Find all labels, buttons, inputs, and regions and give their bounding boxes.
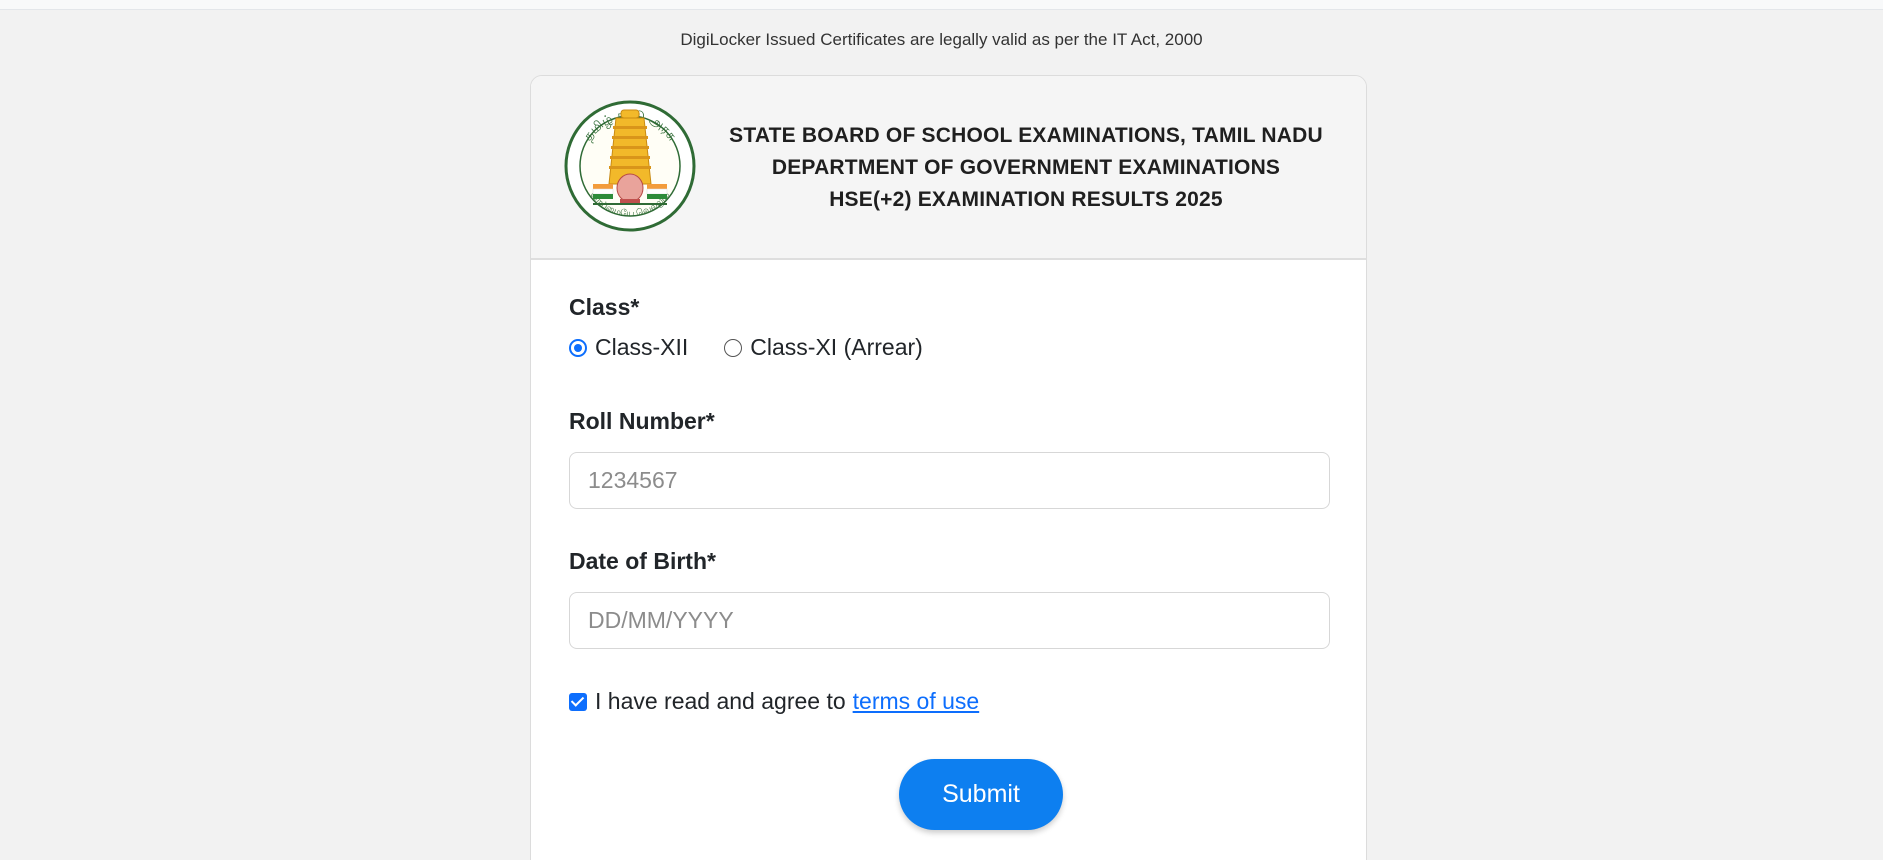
roll-number-label: Roll Number* (569, 408, 715, 434)
radio-class-xii[interactable] (569, 338, 587, 357)
radio-option-class-xii[interactable]: Class-XII (569, 334, 688, 361)
submit-button[interactable]: Submit (899, 759, 1063, 830)
date-of-birth-label: Date of Birth* (569, 548, 716, 574)
terms-of-use-link[interactable]: terms of use (853, 688, 980, 715)
radio-label-class-xi-arrear: Class-XI (Arrear) (750, 334, 923, 360)
class-label: Class* (569, 294, 640, 320)
results-form-card: தமிழ் நாடு அரசு வாய்மையே வெல்லும் (530, 75, 1367, 860)
header-line-department: DEPARTMENT OF GOVERNMENT EXAMINATIONS (771, 156, 1281, 179)
top-bar (0, 0, 1883, 10)
terms-checkbox[interactable] (569, 692, 587, 711)
radio-class-xi-arrear[interactable] (724, 338, 743, 357)
header-line-results: HSE(+2) EXAMINATION RESULTS 2025 (829, 188, 1223, 211)
roll-number-input[interactable] (569, 452, 1330, 509)
terms-text: I have read and agree to (595, 688, 846, 714)
radio-label-class-xii: Class-XII (595, 334, 689, 360)
terms-agreement-row: I have read and agree to terms of use (569, 688, 979, 715)
tamil-nadu-emblem-icon: தமிழ் நாடு அரசு வாய்மையே வெல்லும் (564, 100, 696, 232)
date-of-birth-input[interactable] (569, 592, 1330, 649)
card-header: தமிழ் நாடு அரசு வாய்மையே வெல்லும் (531, 76, 1366, 260)
radio-option-class-xi-arrear[interactable]: Class-XI (Arrear) (724, 334, 923, 361)
legal-validity-note: DigiLocker Issued Certificates are legal… (680, 30, 1203, 49)
exam-results-title: STATE BOARD OF SCHOOL EXAMINATIONS, TAMI… (706, 120, 1346, 216)
header-line-board: STATE BOARD OF SCHOOL EXAMINATIONS, TAMI… (729, 124, 1323, 147)
class-radio-group: Class-XII Class-XI (Arrear) (569, 334, 959, 361)
